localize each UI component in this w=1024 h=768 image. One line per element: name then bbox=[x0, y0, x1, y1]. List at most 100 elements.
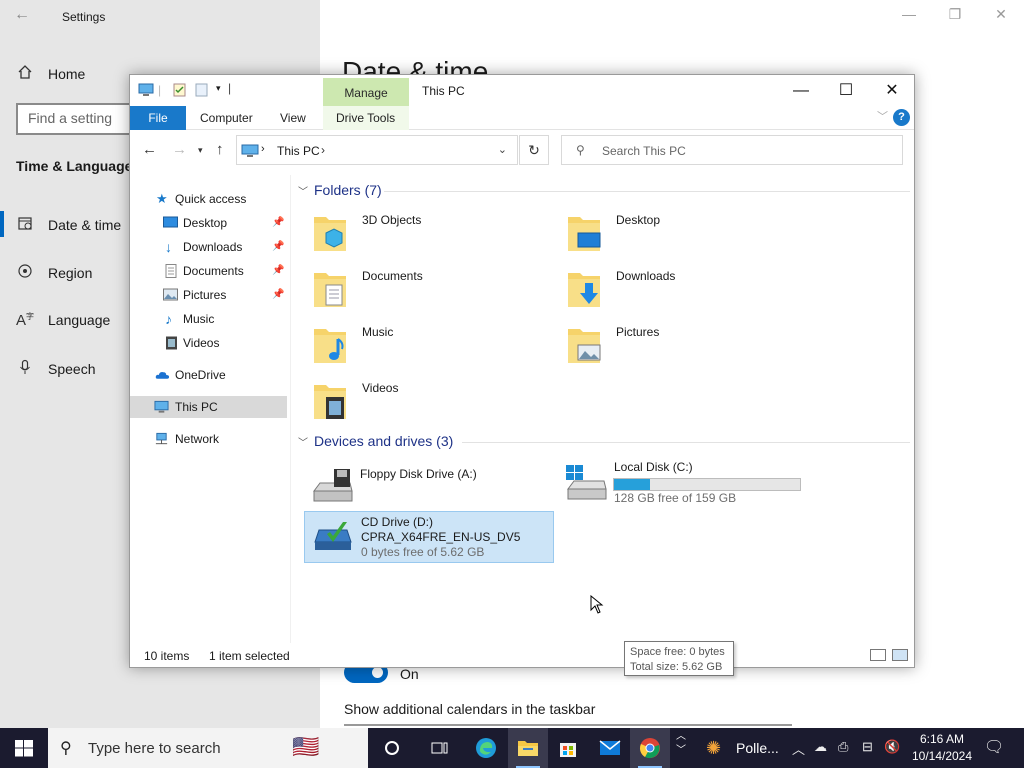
nav-date-time-label: Date & time bbox=[48, 217, 122, 233]
start-button[interactable] bbox=[0, 728, 48, 768]
folder-music[interactable]: Music bbox=[292, 319, 542, 369]
address-separator[interactable]: › bbox=[321, 143, 325, 157]
address-dropdown-icon[interactable]: ⌄ bbox=[498, 143, 507, 156]
pane-divider[interactable] bbox=[290, 175, 291, 643]
show-hidden-icons-chevron-icon[interactable]: ︿ bbox=[792, 739, 805, 758]
volume-muted-icon[interactable]: 🔇 bbox=[884, 739, 900, 755]
clock-date: 10/14/2024 bbox=[911, 749, 973, 763]
nav-music[interactable]: ♪ Music bbox=[130, 308, 287, 330]
cortana-icon[interactable] bbox=[372, 728, 412, 768]
folder-pictures[interactable]: Pictures bbox=[546, 319, 796, 369]
expand-ribbon-icon[interactable]: ﹀ bbox=[877, 108, 888, 124]
meet-now-icon[interactable]: ⎙ bbox=[838, 739, 848, 755]
file-explorer-taskbar-icon[interactable] bbox=[508, 728, 548, 768]
store-icon[interactable] bbox=[548, 728, 588, 768]
drive-cd-d[interactable]: CD Drive (D:) CPRA_X64FRE_EN-US_DV5 0 by… bbox=[304, 511, 554, 563]
folders-group-header[interactable]: ﹀ Folders (7) bbox=[298, 182, 382, 198]
status-selection: 1 item selected bbox=[209, 649, 290, 663]
customize-qa-chevron-icon[interactable]: ▾ bbox=[216, 83, 221, 94]
nav-pictures-label: Pictures bbox=[183, 288, 227, 302]
folder-3d-objects[interactable]: 3D Objects bbox=[292, 207, 542, 257]
restore-icon[interactable]: ❐ bbox=[932, 6, 978, 23]
search-input[interactable]: ⚲ Search This PC bbox=[561, 135, 903, 165]
nav-onedrive[interactable]: OneDrive bbox=[130, 364, 287, 386]
drive-local-c[interactable]: Local Disk (C:) 128 GB free of 159 GB bbox=[558, 457, 808, 509]
back-icon[interactable]: ← bbox=[142, 141, 157, 158]
pollen-app-button[interactable]: ✺ Polle... bbox=[692, 728, 786, 768]
taskbar-scroll-arrows-icon[interactable]: ︿ ﹀ bbox=[672, 728, 690, 768]
devices-group-header[interactable]: ﹀ Devices and drives (3) bbox=[298, 433, 453, 449]
collapse-chevron-icon[interactable]: ﹀ bbox=[298, 438, 308, 449]
edge-icon[interactable] bbox=[466, 728, 506, 768]
notifications-icon[interactable]: 🗨 bbox=[984, 737, 1004, 757]
address-bar[interactable]: › This PC › ⌄ bbox=[236, 135, 518, 165]
explorer-maximize-icon[interactable]: ☐ bbox=[823, 79, 869, 103]
nav-quick-access[interactable]: ★ Quick access bbox=[130, 188, 287, 210]
folder-documents[interactable]: Documents bbox=[292, 263, 542, 313]
nav-network[interactable]: Network bbox=[130, 428, 287, 450]
explorer-minimize-icon[interactable]: — bbox=[778, 79, 824, 103]
nav-videos[interactable]: Videos bbox=[130, 332, 287, 354]
tab-drive-tools[interactable]: Drive Tools bbox=[336, 106, 395, 130]
content-pane: ﹀ Folders (7) 3D Objects Desktop Document… bbox=[292, 175, 914, 676]
nav-downloads[interactable]: ↓ Downloads 📌 bbox=[130, 236, 287, 258]
forward-icon[interactable]: → bbox=[172, 141, 187, 158]
navigation-pane: ★ Quick access Desktop 📌 ↓ Downloads 📌 D… bbox=[130, 181, 290, 641]
help-icon[interactable]: ? bbox=[893, 109, 910, 126]
close-icon[interactable]: ✕ bbox=[978, 6, 1024, 23]
nav-documents[interactable]: Documents 📌 bbox=[130, 260, 287, 282]
nav-language[interactable]: A字 Language bbox=[16, 311, 110, 329]
tab-computer[interactable]: Computer bbox=[200, 106, 253, 130]
network-icon bbox=[155, 432, 168, 445]
folder-downloads[interactable]: Downloads bbox=[546, 263, 796, 313]
clock-time: 6:16 AM bbox=[919, 732, 965, 746]
onedrive-offline-icon[interactable]: ☁ bbox=[814, 739, 827, 755]
folder-name: Music bbox=[362, 325, 394, 339]
drive-volume-label: CPRA_X64FRE_EN-US_DV5 bbox=[361, 530, 521, 544]
network-status-icon[interactable]: ⊟ bbox=[862, 739, 873, 755]
pin-icon[interactable]: 📌 bbox=[272, 284, 284, 306]
properties-icon[interactable] bbox=[172, 83, 188, 97]
pin-icon[interactable]: 📌 bbox=[272, 236, 284, 258]
back-arrow-icon[interactable]: ← bbox=[14, 6, 30, 24]
large-icons-view-icon[interactable] bbox=[892, 649, 908, 661]
tab-manage[interactable]: Manage bbox=[323, 78, 409, 106]
up-icon[interactable]: ↑ bbox=[216, 141, 224, 158]
search-icon: ⚲ bbox=[60, 740, 72, 757]
mail-icon[interactable] bbox=[590, 728, 630, 768]
details-view-icon[interactable] bbox=[870, 649, 886, 661]
minimize-icon[interactable]: — bbox=[886, 6, 932, 22]
tab-file[interactable]: File bbox=[130, 106, 186, 130]
collapse-chevron-icon[interactable]: ﹀ bbox=[298, 187, 308, 198]
find-setting-input[interactable]: Find a setting bbox=[16, 103, 146, 135]
tab-view[interactable]: View bbox=[280, 106, 306, 130]
nav-speech[interactable]: Speech bbox=[16, 359, 95, 379]
new-folder-icon[interactable] bbox=[194, 83, 210, 97]
search-highlight-flag-icon: 🇺🇸 bbox=[292, 734, 320, 759]
pin-icon[interactable]: 📌 bbox=[272, 260, 284, 282]
nav-home[interactable]: Home bbox=[16, 64, 85, 84]
titlebar-divider-icon: | bbox=[158, 83, 162, 97]
nav-desktop[interactable]: Desktop 📌 bbox=[130, 212, 287, 234]
pin-icon[interactable]: 📌 bbox=[272, 212, 284, 234]
folder-name: Pictures bbox=[616, 325, 660, 339]
taskbar-search-box[interactable]: ⚲ Type here to search 🇺🇸 bbox=[48, 728, 368, 768]
chrome-icon[interactable] bbox=[630, 728, 670, 768]
address-chevron-icon[interactable]: › bbox=[261, 143, 265, 155]
folder-desktop[interactable]: Desktop bbox=[546, 207, 796, 257]
taskbar-clock[interactable]: 6:16 AM 10/14/2024 bbox=[910, 731, 974, 765]
nav-region[interactable]: Region bbox=[16, 263, 92, 283]
drive-name: Floppy Disk Drive (A:) bbox=[360, 467, 477, 481]
nav-this-pc[interactable]: This PC bbox=[130, 396, 287, 418]
folder-videos[interactable]: Videos bbox=[292, 375, 542, 425]
refresh-icon[interactable]: ↻ bbox=[519, 135, 549, 165]
explorer-close-icon[interactable]: ✕ bbox=[869, 79, 915, 103]
mouse-cursor-icon bbox=[590, 595, 604, 614]
nav-date-time[interactable]: Date & time bbox=[16, 215, 121, 235]
drive-name: Local Disk (C:) bbox=[614, 460, 693, 474]
task-view-icon[interactable] bbox=[420, 728, 460, 768]
nav-pictures[interactable]: Pictures 📌 bbox=[130, 284, 287, 306]
recent-locations-icon[interactable]: ▾ bbox=[198, 145, 203, 156]
documents-icon bbox=[165, 264, 177, 278]
drive-floppy[interactable]: Floppy Disk Drive (A:) bbox=[304, 461, 554, 513]
